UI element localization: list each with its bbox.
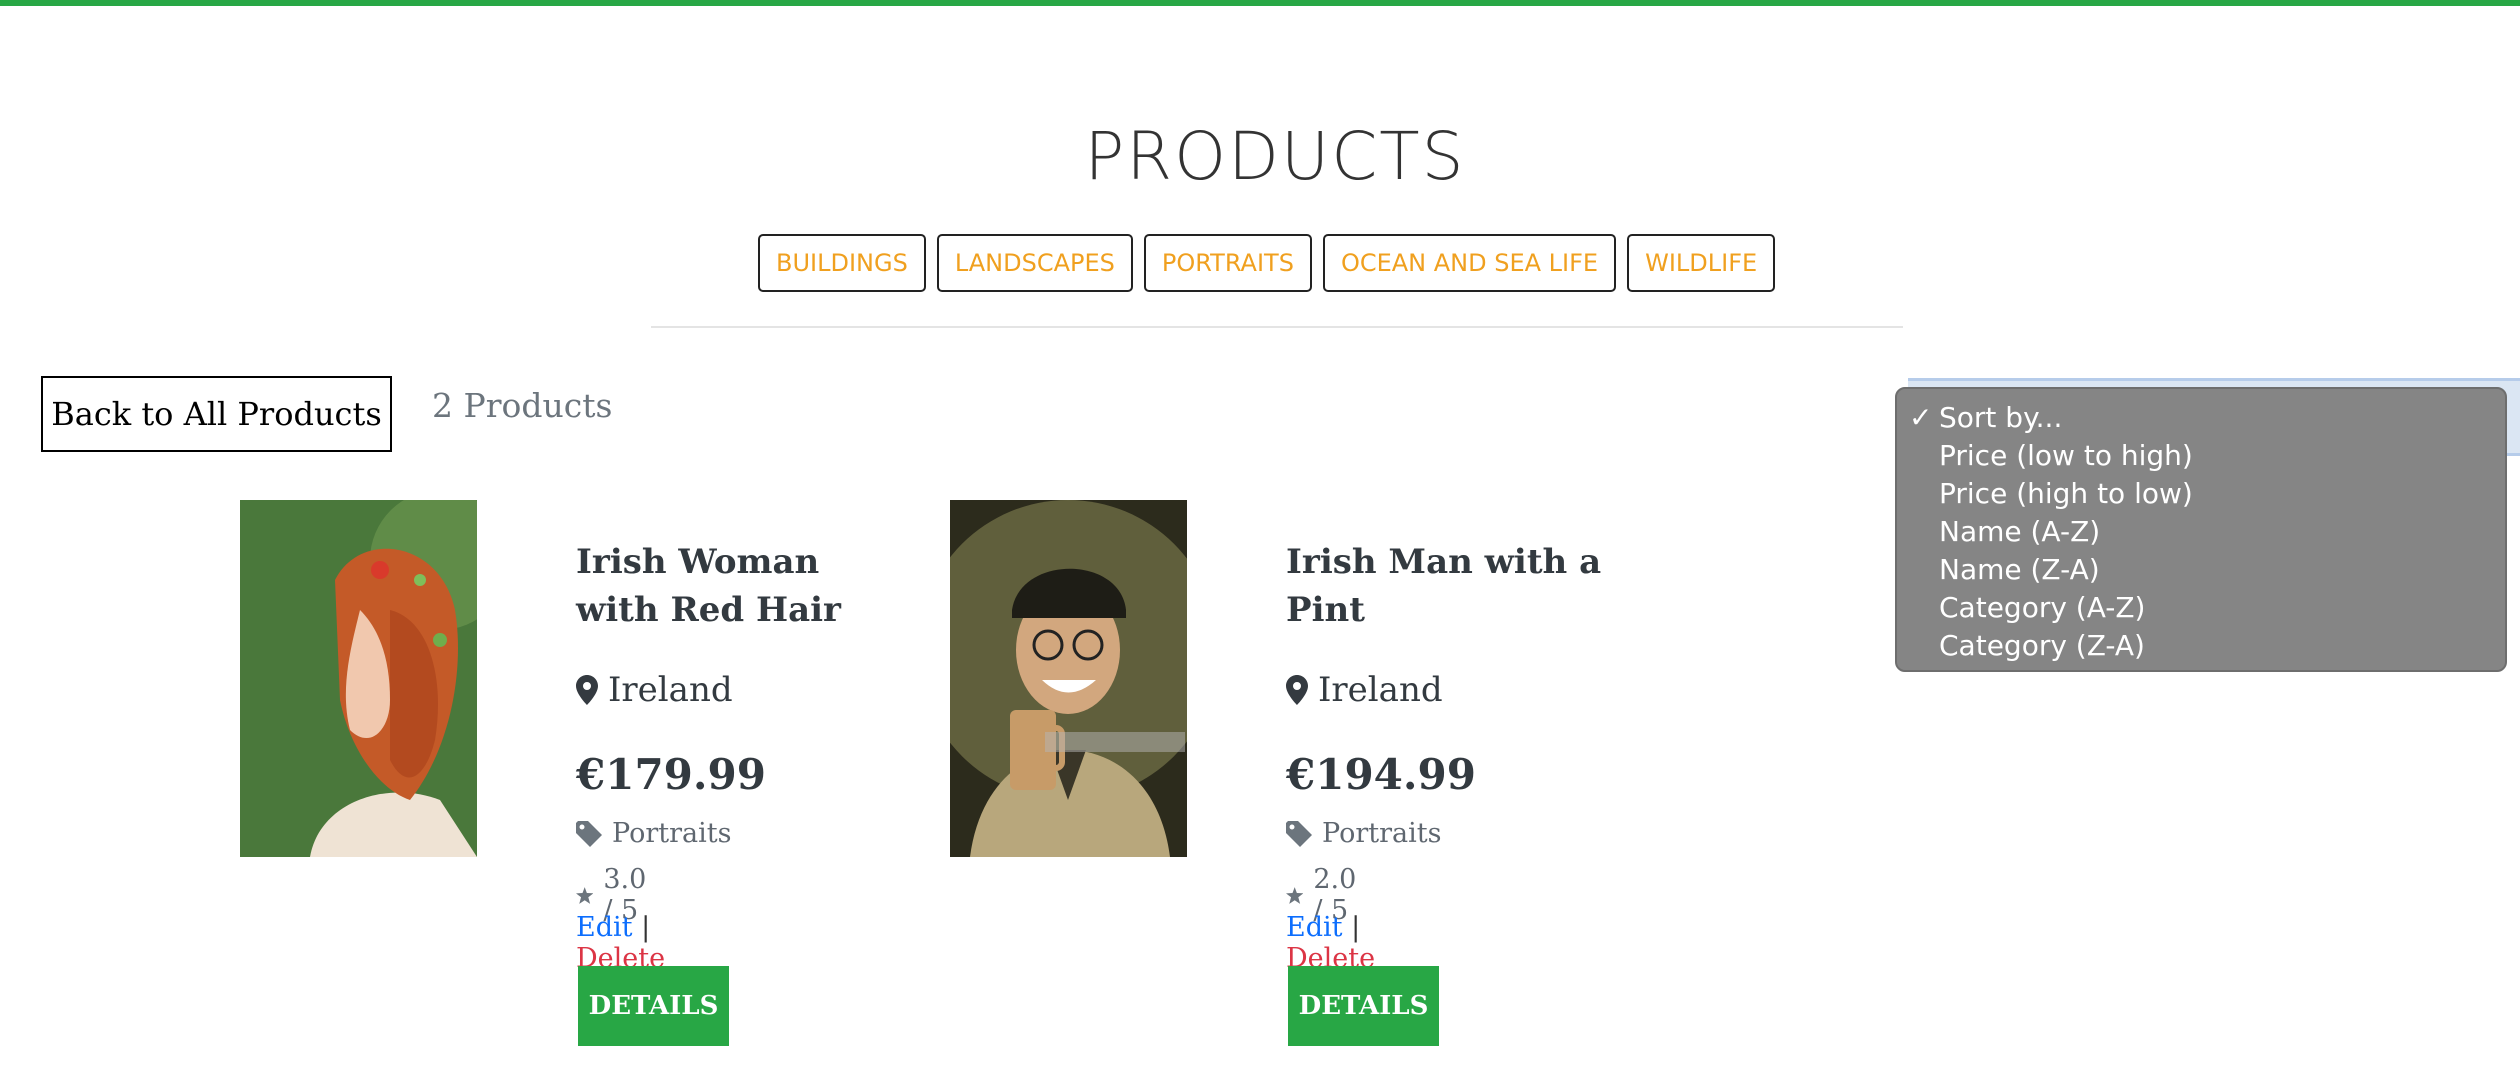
tag-icon — [1286, 820, 1312, 847]
product-price: €194.99 — [1286, 750, 1476, 799]
checkmark-icon: ✓ — [1909, 401, 1933, 434]
details-button[interactable]: DETAILS — [578, 966, 729, 1046]
category-label: Portraits — [1322, 818, 1442, 849]
category-wildlife-button[interactable]: WILDLIFE — [1627, 234, 1776, 292]
sort-option-price-desc[interactable]: Price (high to low) — [1897, 475, 2505, 513]
tag-icon — [576, 820, 602, 847]
product-category[interactable]: Portraits — [576, 818, 731, 849]
star-icon — [1286, 886, 1304, 904]
sort-option-category-asc[interactable]: Category (A-Z) — [1897, 589, 2505, 627]
page-title: PRODUCTS — [1084, 118, 1466, 195]
edit-link[interactable]: Edit — [1286, 912, 1342, 943]
sort-option-name-asc[interactable]: Name (A-Z) — [1897, 513, 2505, 551]
product-location: Ireland — [576, 670, 733, 710]
map-marker-icon — [576, 675, 598, 705]
sort-option-label: Sort by... — [1939, 401, 2063, 434]
portrait-woman-red-hair-image — [240, 500, 477, 857]
category-label: Portraits — [612, 818, 732, 849]
product-location: Ireland — [1286, 670, 1443, 710]
header-divider — [651, 326, 1903, 328]
top-accent-bar — [0, 0, 2520, 6]
product-admin-actions: Edit | Delete — [1286, 912, 1375, 974]
product-title[interactable]: Irish Man with a Pint — [1286, 538, 1606, 634]
edit-link[interactable]: Edit — [576, 912, 632, 943]
action-separator: | — [1351, 912, 1361, 943]
location-label: Ireland — [608, 670, 733, 710]
product-admin-actions: Edit | Delete — [576, 912, 665, 974]
portrait-man-with-pint-image — [950, 500, 1187, 857]
sort-option-category-desc[interactable]: Category (Z-A) — [1897, 627, 2505, 665]
sort-option-default[interactable]: ✓ Sort by... — [1897, 399, 2505, 437]
product-image-irish-man[interactable] — [950, 500, 1187, 857]
sort-dropdown-menu: ✓ Sort by... Price (low to high) Price (… — [1895, 387, 2507, 672]
category-landscapes-button[interactable]: LANDSCAPES — [936, 234, 1133, 292]
sort-option-name-desc[interactable]: Name (Z-A) — [1897, 551, 2505, 589]
category-filter-bar: BUILDINGS LANDSCAPES PORTRAITS OCEAN AND… — [758, 234, 1776, 292]
location-label: Ireland — [1318, 670, 1443, 710]
action-separator: | — [641, 912, 651, 943]
back-to-all-products-button[interactable]: Back to All Products — [41, 376, 392, 452]
category-portraits-button[interactable]: PORTRAITS — [1143, 234, 1312, 292]
product-image-irish-woman[interactable] — [240, 500, 477, 857]
map-marker-icon — [1286, 675, 1308, 705]
product-title[interactable]: Irish Woman with Red Hair — [576, 538, 896, 634]
category-buildings-button[interactable]: BUILDINGS — [758, 234, 926, 292]
details-button[interactable]: DETAILS — [1288, 966, 1439, 1046]
category-ocean-sea-life-button[interactable]: OCEAN AND SEA LIFE — [1322, 234, 1617, 292]
product-price: €179.99 — [576, 750, 766, 799]
product-category[interactable]: Portraits — [1286, 818, 1441, 849]
star-icon — [576, 886, 594, 904]
sort-option-price-asc[interactable]: Price (low to high) — [1897, 437, 2505, 475]
product-count: 2 Products — [432, 386, 613, 425]
